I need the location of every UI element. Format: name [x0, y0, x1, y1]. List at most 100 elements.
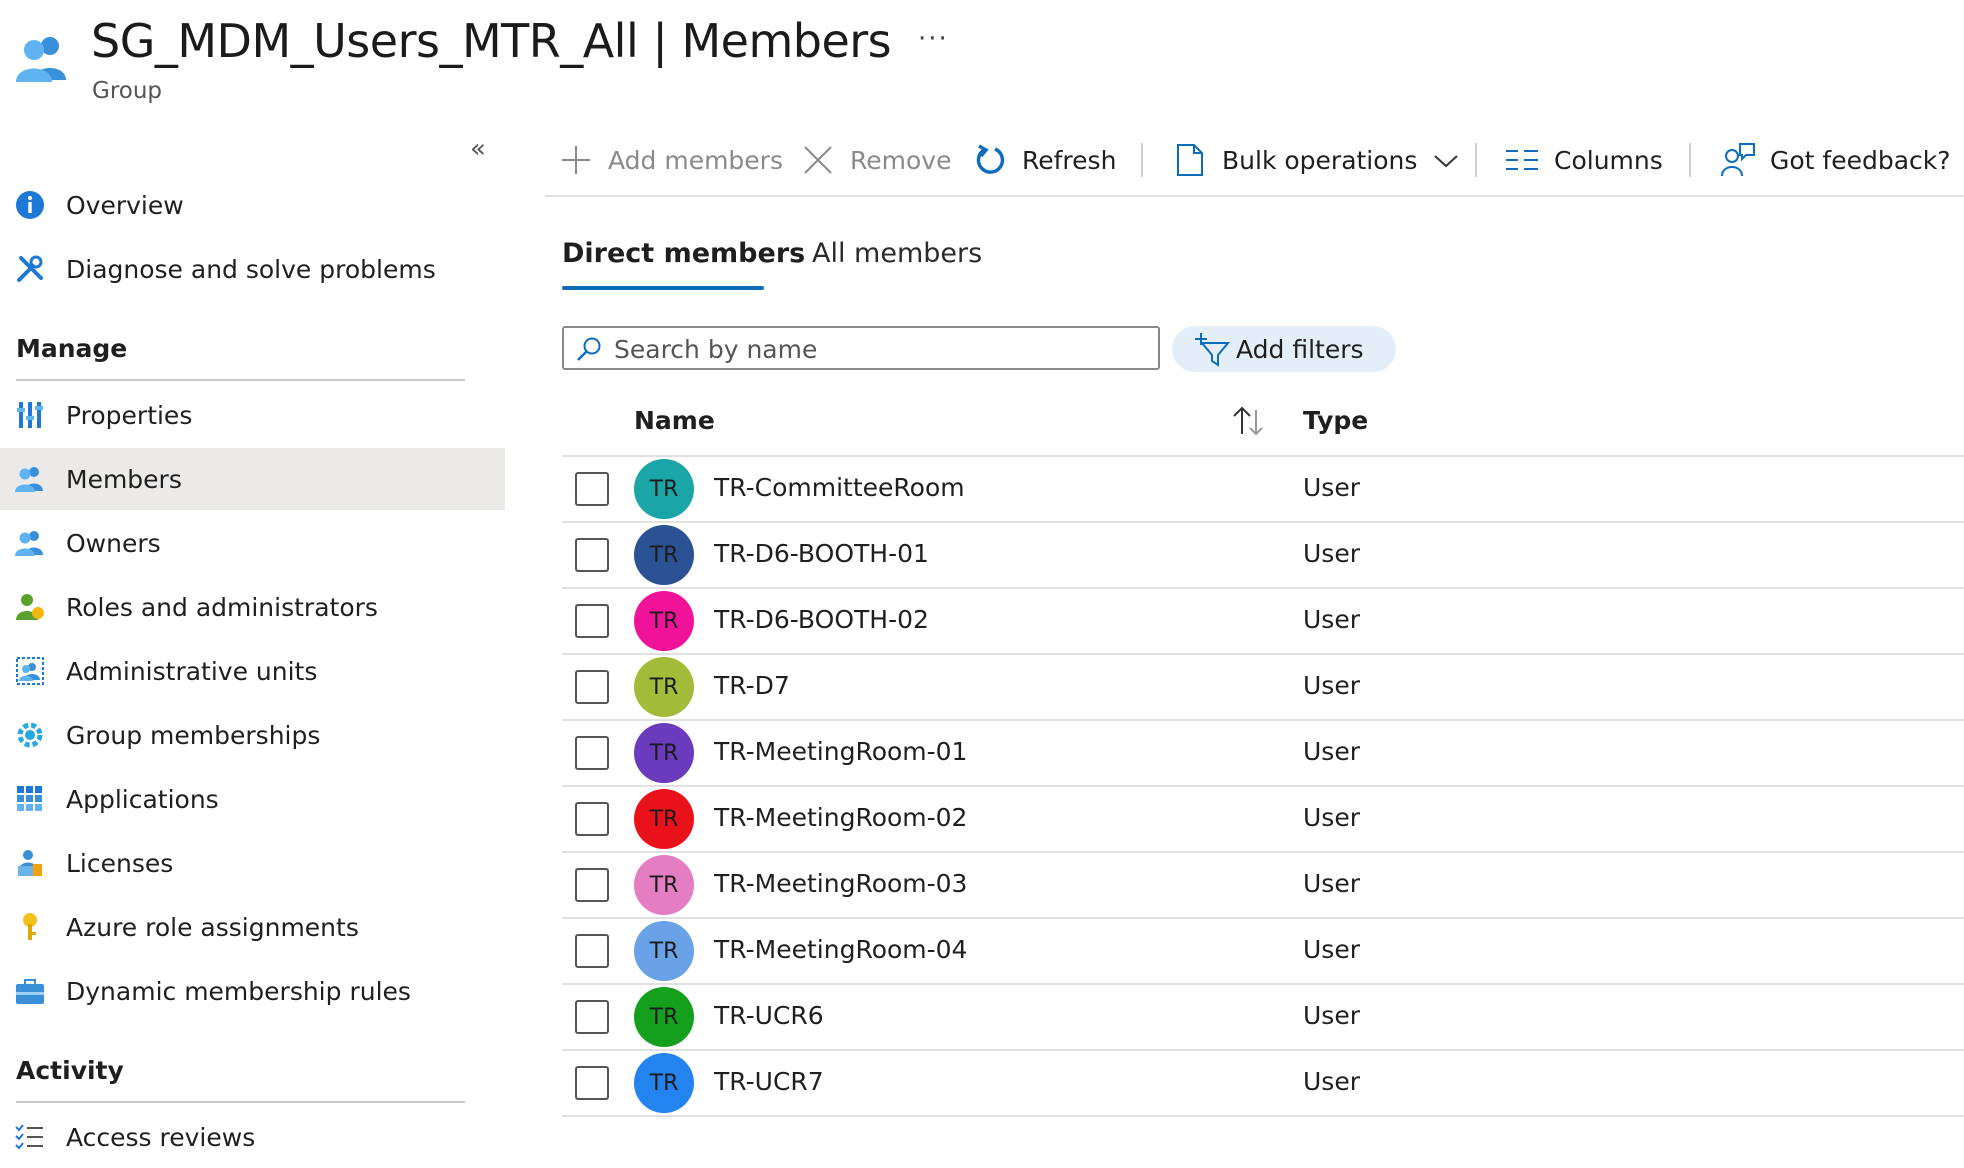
columns-button[interactable]: Columns — [1504, 142, 1663, 178]
sort-icon[interactable] — [1230, 404, 1268, 438]
manage-section-heading: Manage — [16, 334, 128, 363]
avatar: TR — [634, 723, 694, 783]
member-name[interactable]: TR-D7 — [714, 671, 790, 700]
row-checkbox[interactable] — [575, 1000, 609, 1034]
chevron-down-icon — [1433, 146, 1459, 175]
column-header-name[interactable]: Name — [634, 406, 715, 435]
table-row[interactable]: TR TR-MeetingRoom-03 User — [562, 853, 1964, 919]
search-icon — [576, 336, 602, 362]
member-name[interactable]: TR-UCR7 — [714, 1067, 824, 1096]
search-box[interactable] — [562, 326, 1160, 370]
member-name[interactable]: TR-UCR6 — [714, 1001, 824, 1030]
avatar: TR — [634, 657, 694, 717]
row-checkbox[interactable] — [575, 670, 609, 704]
row-checkbox[interactable] — [575, 934, 609, 968]
document-icon — [1172, 142, 1208, 178]
sidebar-item-diagnose[interactable]: Diagnose and solve problems — [0, 238, 505, 300]
licenses-icon — [14, 847, 46, 879]
column-header-type[interactable]: Type — [1303, 406, 1368, 435]
sidebar-item-admin-units[interactable]: Administrative units — [0, 640, 505, 702]
tab-direct-members[interactable]: Direct members — [562, 238, 805, 269]
table-row[interactable]: TR TR-UCR7 User — [562, 1051, 1964, 1117]
sidebar-item-applications[interactable]: Applications — [0, 768, 505, 830]
member-name[interactable]: TR-CommitteeRoom — [714, 473, 965, 502]
row-checkbox[interactable] — [575, 472, 609, 506]
table-row[interactable]: TR TR-D6-BOOTH-01 User — [562, 523, 1964, 589]
row-checkbox[interactable] — [575, 1066, 609, 1100]
sidebar-item-dynamic-membership-rules[interactable]: Dynamic membership rules — [0, 960, 505, 1022]
feedback-button[interactable]: Got feedback? — [1720, 142, 1951, 178]
properties-icon — [14, 399, 46, 431]
sidebar-item-label: Owners — [66, 528, 161, 558]
sidebar-item-label: Administrative units — [66, 656, 318, 686]
sidebar-item-access-reviews[interactable]: Access reviews — [0, 1106, 505, 1168]
avatar: TR — [634, 921, 694, 981]
remove-label: Remove — [850, 145, 952, 175]
member-name[interactable]: TR-D6-BOOTH-01 — [714, 539, 929, 568]
active-tab-indicator — [562, 286, 764, 290]
bulk-operations-button[interactable]: Bulk operations — [1172, 142, 1459, 178]
toolbox-icon — [14, 975, 46, 1007]
activity-section-heading: Activity — [16, 1056, 124, 1085]
row-checkbox[interactable] — [575, 802, 609, 836]
row-checkbox[interactable] — [575, 736, 609, 770]
divider — [16, 379, 465, 381]
add-filters-button[interactable]: Add filters — [1172, 326, 1396, 372]
row-checkbox[interactable] — [575, 538, 609, 572]
refresh-button[interactable]: Refresh — [972, 142, 1116, 178]
avatar: TR — [634, 1053, 694, 1113]
member-type: User — [1303, 473, 1360, 502]
search-input[interactable] — [612, 332, 1146, 366]
table-row[interactable]: TR TR-MeetingRoom-04 User — [562, 919, 1964, 985]
table-row[interactable]: TR TR-MeetingRoom-01 User — [562, 721, 1964, 787]
avatar: TR — [634, 525, 694, 585]
member-name[interactable]: TR-MeetingRoom-04 — [714, 935, 967, 964]
sidebar-item-licenses[interactable]: Licenses — [0, 832, 505, 894]
more-options-button[interactable]: ··· — [918, 24, 949, 54]
row-checkbox[interactable] — [575, 868, 609, 902]
sidebar-item-label: Overview — [66, 190, 184, 220]
member-name[interactable]: TR-MeetingRoom-01 — [714, 737, 967, 766]
sidebar-item-properties[interactable]: Properties — [0, 384, 505, 446]
member-name[interactable]: TR-MeetingRoom-03 — [714, 869, 967, 898]
row-checkbox[interactable] — [575, 604, 609, 638]
sidebar-item-group-memberships[interactable]: Group memberships — [0, 704, 505, 766]
sidebar-item-label: Members — [66, 464, 182, 494]
collapse-sidebar-button[interactable]: « — [470, 134, 486, 164]
tab-all-members[interactable]: All members — [812, 238, 982, 269]
table-row[interactable]: TR TR-CommitteeRoom User — [562, 457, 1964, 523]
sidebar-item-members[interactable]: Members — [0, 448, 505, 510]
feedback-icon — [1720, 142, 1756, 178]
add-filters-label: Add filters — [1236, 334, 1364, 364]
table-row[interactable]: TR TR-UCR6 User — [562, 985, 1964, 1051]
member-name[interactable]: TR-MeetingRoom-02 — [714, 803, 967, 832]
sidebar-item-label: Group memberships — [66, 720, 321, 750]
sidebar-item-label: Access reviews — [66, 1122, 256, 1152]
avatar: TR — [634, 855, 694, 915]
member-type: User — [1303, 1001, 1360, 1030]
member-type: User — [1303, 671, 1360, 700]
member-type: User — [1303, 869, 1360, 898]
sidebar-item-azure-role-assignments[interactable]: Azure role assignments — [0, 896, 505, 958]
remove-button[interactable]: Remove — [800, 142, 951, 178]
columns-icon — [1504, 142, 1540, 178]
avatar: TR — [634, 789, 694, 849]
table-row[interactable]: TR TR-D7 User — [562, 655, 1964, 721]
sidebar-item-overview[interactable]: Overview — [0, 174, 505, 236]
sidebar-item-owners[interactable]: Owners — [0, 512, 505, 574]
member-type: User — [1303, 737, 1360, 766]
sidebar-item-label: Applications — [66, 784, 219, 814]
feedback-label: Got feedback? — [1770, 145, 1951, 175]
add-members-button[interactable]: Add members — [558, 142, 783, 178]
sidebar-item-roles[interactable]: Roles and administrators — [0, 576, 505, 638]
table-row[interactable]: TR TR-D6-BOOTH-02 User — [562, 589, 1964, 655]
sidebar-item-label: Licenses — [66, 848, 174, 878]
members-icon — [14, 463, 46, 495]
member-name[interactable]: TR-D6-BOOTH-02 — [714, 605, 929, 634]
table-row[interactable]: TR TR-MeetingRoom-02 User — [562, 787, 1964, 853]
toolbar-separator — [1689, 143, 1691, 177]
add-filter-icon — [1192, 329, 1232, 369]
owners-icon — [14, 527, 46, 559]
info-icon — [14, 189, 46, 221]
roles-icon — [14, 591, 46, 623]
